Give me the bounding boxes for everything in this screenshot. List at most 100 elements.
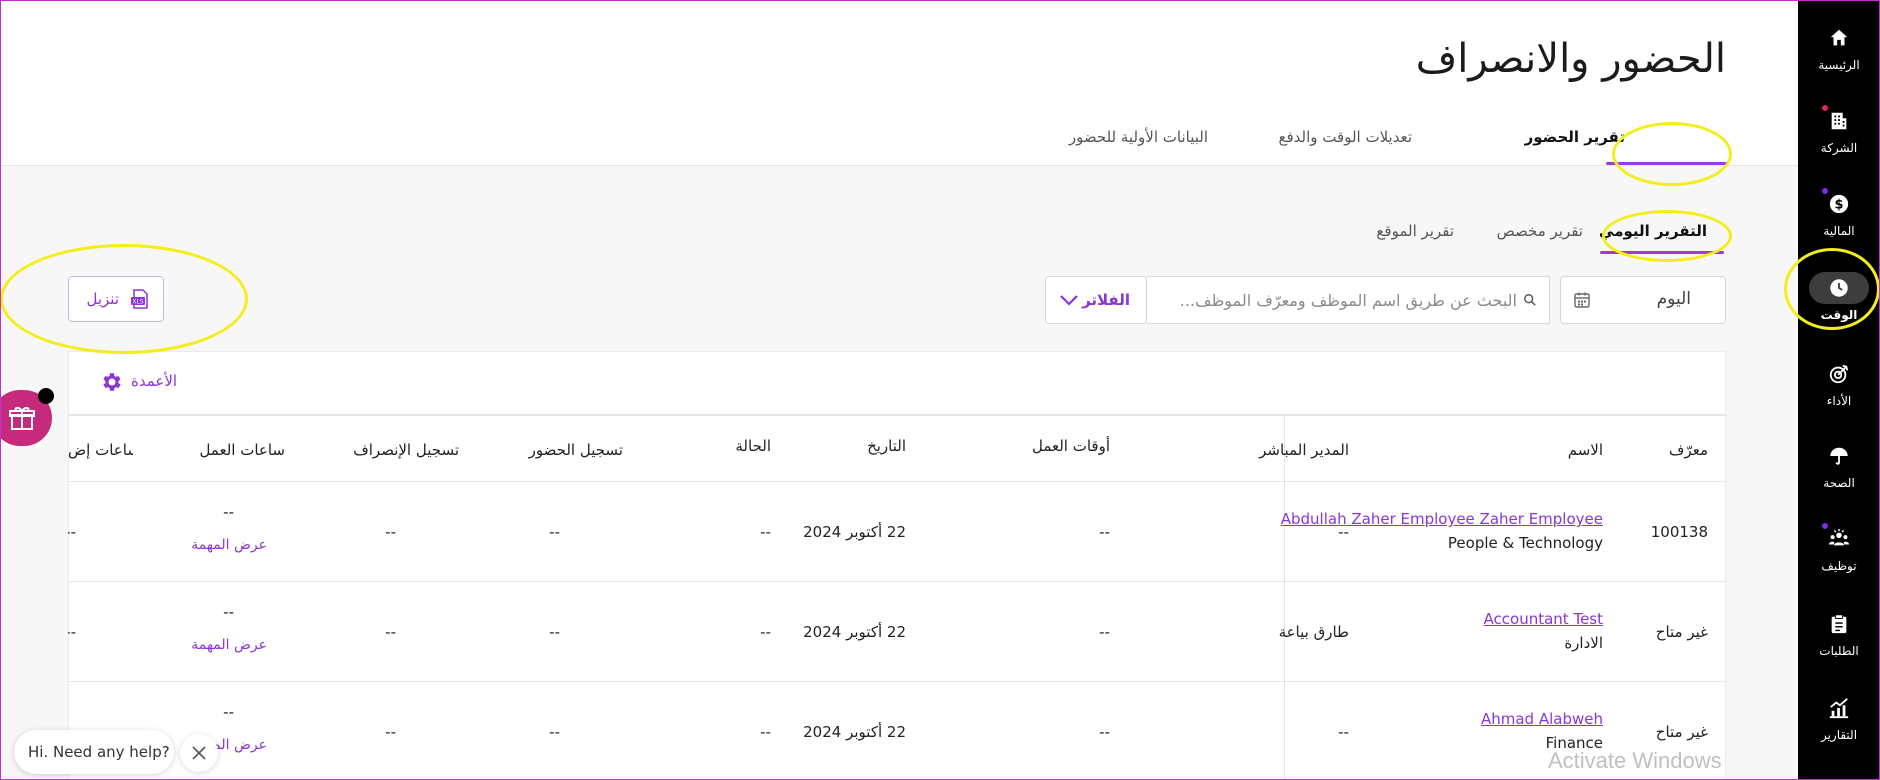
- building-icon: [1827, 109, 1851, 133]
- cell-status: --: [760, 623, 771, 641]
- sidebar-item-performance[interactable]: الأداء: [1798, 350, 1880, 420]
- cell-manager: طارق بياعة: [1278, 623, 1349, 641]
- cell-status: --: [760, 723, 771, 741]
- cell-checkout: --: [385, 623, 396, 641]
- table-card: الأعمدة: [68, 351, 1727, 780]
- header-bottom-line: [68, 481, 1726, 482]
- dollar-icon: $: [1827, 192, 1851, 216]
- download-label: تنزيل: [86, 290, 119, 308]
- chart-icon: [1827, 696, 1851, 720]
- employee-link[interactable]: Abdullah Zaher Employee Zaher Employee: [1281, 510, 1603, 528]
- cell-date: 22 أكتوبر 2024: [803, 723, 906, 741]
- subtab-location-report[interactable]: تقرير الموقع: [1376, 222, 1454, 240]
- notification-dot: [38, 388, 54, 404]
- search-icon: [1523, 292, 1539, 308]
- sidebar-item-requests[interactable]: الطلبات: [1798, 600, 1880, 670]
- cell-status: --: [760, 523, 771, 541]
- cell-shift: --: [1099, 723, 1110, 741]
- target-icon: [1827, 362, 1851, 386]
- cell-checkin: --: [549, 723, 560, 741]
- filters-label: الفلاتر: [1082, 291, 1130, 309]
- cell-hours: --: [223, 603, 234, 621]
- svg-text:XLS: XLS: [132, 299, 143, 306]
- header-checkin: تسجيل الحضور: [528, 441, 623, 459]
- column-divider: [1284, 415, 1285, 780]
- sidebar-item-label: توظيف: [1821, 559, 1857, 573]
- windows-activation-watermark: Activate Windows: [1548, 748, 1722, 773]
- sidebar-item-company[interactable]: الشركة: [1798, 97, 1880, 167]
- sidebar-item-time[interactable]: الوقت: [1798, 264, 1880, 334]
- close-help-button[interactable]: [180, 734, 218, 772]
- columns-bar: الأعمدة: [69, 352, 1727, 416]
- row-separator: [68, 581, 1726, 582]
- cell-shift: --: [1099, 523, 1110, 541]
- cell-manager: --: [1338, 723, 1349, 741]
- close-icon: [191, 745, 207, 761]
- cell-checkin: --: [549, 523, 560, 541]
- sidebar-item-recruitment[interactable]: توظيف: [1798, 515, 1880, 585]
- header-manager: المدير المباشر: [1259, 441, 1349, 459]
- header-extra-hours: ساعات إض: [68, 441, 133, 459]
- sidebar-item-label: التقارير: [1820, 728, 1858, 742]
- sidebar-item-finance[interactable]: $ المالية: [1798, 180, 1880, 250]
- header-hours: ساعات العمل: [199, 441, 285, 459]
- subtab-custom-report[interactable]: تقرير مخصص: [1497, 222, 1583, 240]
- sidebar-item-label: الشركة: [1820, 141, 1858, 155]
- cell-extra-hours: --: [68, 623, 76, 641]
- calendar-icon: [1573, 291, 1591, 309]
- cell-id: 100138: [1650, 523, 1708, 541]
- search-box: [1145, 276, 1550, 324]
- employee-link[interactable]: Ahmad Alabweh: [1481, 710, 1603, 728]
- cell-checkout: --: [385, 723, 396, 741]
- tab-time-pay-adjustments[interactable]: تعديلات الوقت والدفع: [1279, 128, 1412, 146]
- header-name: الاسم: [1567, 441, 1603, 459]
- home-icon: [1827, 26, 1851, 50]
- cell-manager: --: [1338, 523, 1349, 541]
- xls-file-icon: XLS: [129, 288, 151, 310]
- cell-shift: --: [1099, 623, 1110, 641]
- cell-hours: --: [223, 703, 234, 721]
- download-button[interactable]: تنزيل XLS: [68, 276, 164, 322]
- header-id: معرّف: [1668, 441, 1708, 459]
- chevron-down-icon: [1058, 291, 1080, 309]
- subtab-daily-report[interactable]: التقرير اليومي: [1599, 222, 1707, 240]
- cell-hours: --: [223, 503, 234, 521]
- help-text: Hi. Need any help?: [28, 743, 170, 761]
- sidebar-item-reports[interactable]: التقارير: [1798, 684, 1880, 754]
- gift-icon: [8, 404, 36, 432]
- cell-id: غير متاح: [1655, 723, 1708, 741]
- page-title: الحضور والانصراف: [1415, 36, 1726, 82]
- sidebar: الرئيسية الشركة $ المالية الوقت الأداء ا…: [1798, 0, 1880, 780]
- cell-date: 22 أكتوبر 2024: [803, 523, 906, 541]
- sidebar-item-health[interactable]: الصحة: [1798, 432, 1880, 502]
- view-task-link[interactable]: عرض المهمة: [191, 637, 267, 653]
- main-area: الحضور والانصراف تقرير الحضور تعديلات ال…: [0, 0, 1798, 780]
- filters-button[interactable]: الفلاتر: [1045, 276, 1147, 324]
- cell-department: الادارة: [1564, 634, 1603, 652]
- employee-link[interactable]: Accountant Test: [1484, 610, 1603, 628]
- cell-checkout: --: [385, 523, 396, 541]
- header-top-line: [68, 414, 1726, 415]
- sidebar-item-label: الرئيسية: [1818, 58, 1860, 72]
- cell-checkin: --: [549, 623, 560, 641]
- date-picker[interactable]: اليوم: [1560, 276, 1726, 324]
- clock-icon: [1827, 276, 1851, 300]
- cell-date: 22 أكتوبر 2024: [803, 623, 906, 641]
- cell-extra-hours: --: [68, 523, 76, 541]
- tab-raw-attendance-data[interactable]: البيانات الأولية للحضور: [1069, 128, 1208, 146]
- columns-button[interactable]: الأعمدة: [131, 372, 177, 390]
- sidebar-item-home[interactable]: الرئيسية: [1798, 14, 1880, 84]
- sidebar-item-label: الوقت: [1820, 308, 1858, 322]
- date-value: اليوم: [1656, 289, 1691, 309]
- tab-attendance-report[interactable]: تقرير الحضور: [1525, 128, 1625, 146]
- view-task-link[interactable]: عرض المهمة: [191, 537, 267, 553]
- header-shift: أوقات العمل: [1031, 437, 1110, 455]
- header-checkout: تسجيل الإنصراف: [353, 441, 459, 459]
- search-input[interactable]: [1162, 285, 1517, 315]
- svg-text:$: $: [1835, 198, 1844, 213]
- clipboard-icon: [1827, 612, 1851, 636]
- gear-icon[interactable]: [99, 370, 123, 394]
- help-chat-bubble[interactable]: Hi. Need any help?: [14, 730, 174, 774]
- tab-active-underline: [1606, 162, 1728, 165]
- row-separator: [68, 681, 1726, 682]
